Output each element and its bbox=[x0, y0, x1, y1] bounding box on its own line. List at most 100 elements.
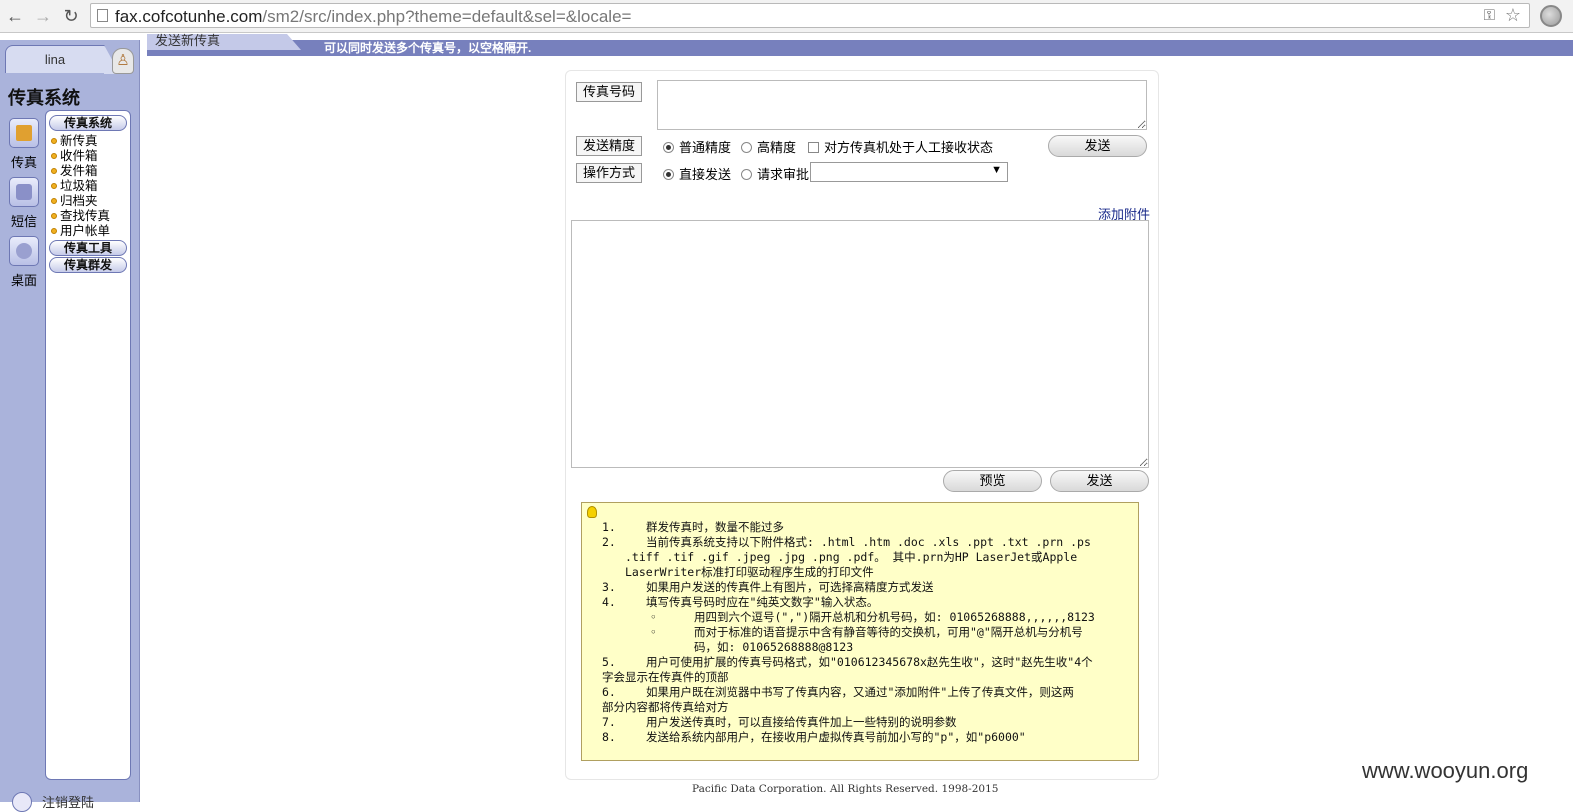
manual-receive-checkbox[interactable]: 对方传真机处于人工接收状态 bbox=[808, 137, 993, 156]
note-continuation: 部分内容都将传真给对方 bbox=[602, 700, 729, 714]
checkbox-icon bbox=[808, 142, 819, 153]
radio-label: 直接发送 bbox=[679, 167, 732, 182]
note-item: 6. 如果用户既在浏览器中书写了传真内容，又通过"添加附件"上传了传真文件，则这两 bbox=[602, 685, 1074, 700]
menu-item-label: 收件箱 bbox=[60, 149, 98, 163]
lightbulb-icon bbox=[587, 506, 597, 518]
note-item: 1. 群发传真时，数量不能过多 bbox=[602, 520, 784, 535]
fax-label[interactable]: 传真 bbox=[6, 152, 42, 171]
menu-item-search-fax[interactable]: 查找传真 bbox=[51, 209, 130, 224]
note-item: 3. 如果用户发送的传真件上有图片，可选择高精度方式发送 bbox=[602, 580, 934, 595]
fax-icon[interactable] bbox=[9, 118, 39, 148]
forward-icon[interactable]: → bbox=[32, 5, 54, 27]
banner-tab[interactable]: 发送新传真 bbox=[147, 34, 301, 50]
top-banner: 发送新传真 可以同时发送多个传真号，以空格隔开. bbox=[147, 34, 1573, 56]
help-notes: 1. 群发传真时，数量不能过多 2. 当前传真系统支持以下附件格式: .html .… bbox=[581, 502, 1139, 761]
note-text: 用户发送传真时，可以直接给传真件加上一些特别的说明参数 bbox=[646, 715, 957, 729]
radio-label: 普通精度 bbox=[679, 140, 732, 155]
checkbox-label: 对方传真机处于人工接收状态 bbox=[824, 140, 994, 155]
menu-item-user-bill[interactable]: 用户帐单 bbox=[51, 224, 130, 239]
bullet-icon bbox=[51, 138, 57, 144]
user-tab[interactable]: lina bbox=[5, 45, 120, 74]
note-bullet: ◦ bbox=[650, 610, 657, 624]
phone-icon[interactable] bbox=[9, 177, 39, 207]
precision-normal-radio[interactable]: 普通精度 bbox=[663, 137, 731, 156]
note-continuation: LaserWriter标准打印驱动程序生成的打印文件 bbox=[625, 565, 874, 579]
radio-label: 高精度 bbox=[757, 140, 797, 155]
logout-icon[interactable] bbox=[12, 792, 32, 812]
bullet-icon bbox=[51, 198, 57, 204]
url-path: /sm2/src/index.php?theme=default&sel=&lo… bbox=[262, 7, 632, 26]
menu-item-label: 归档夹 bbox=[60, 194, 98, 208]
operation-label: 操作方式 bbox=[576, 163, 643, 183]
fax-content-textarea[interactable] bbox=[571, 220, 1149, 468]
bullet-icon bbox=[51, 153, 57, 159]
radio-icon bbox=[741, 142, 752, 153]
note-text: 如果用户发送的传真件上有图片，可选择高精度方式发送 bbox=[646, 580, 934, 594]
request-approval-radio[interactable]: 请求审批 bbox=[741, 164, 809, 183]
note-item: 7. 用户发送传真时，可以直接给传真件加上一些特别的说明参数 bbox=[602, 715, 957, 730]
note-number: 1. bbox=[602, 520, 616, 534]
note-number: 3. bbox=[602, 580, 616, 594]
note-number: 5. bbox=[602, 655, 616, 669]
precision-label: 发送精度 bbox=[576, 136, 643, 156]
radio-selected-icon bbox=[663, 142, 674, 153]
note-item: 2. 当前传真系统支持以下附件格式: .html .htm .doc .xls .… bbox=[602, 535, 1091, 550]
menu-item-label: 新传真 bbox=[60, 134, 98, 148]
section-fax-tools[interactable]: 传真工具 bbox=[49, 240, 127, 256]
menu-item-inbox[interactable]: 收件箱 bbox=[51, 149, 130, 164]
note-continuation: 码，如: 01065268888@8123 bbox=[694, 640, 854, 654]
back-icon[interactable]: ← bbox=[4, 5, 26, 27]
radio-selected-icon bbox=[663, 169, 674, 180]
user-icon[interactable]: ♙ bbox=[112, 48, 134, 74]
sms-label[interactable]: 短信 bbox=[6, 211, 42, 230]
footer-copyright: Pacific Data Corporation. All Rights Res… bbox=[692, 783, 999, 795]
key-icon[interactable]: ⚿ bbox=[1484, 7, 1495, 24]
menu-item-new-fax[interactable]: 新传真 bbox=[51, 134, 130, 149]
address-bar[interactable]: fax.cofcotunhe.com/sm2/src/index.php?the… bbox=[90, 3, 1530, 28]
menu-item-outbox[interactable]: 发件箱 bbox=[51, 164, 130, 179]
bullet-icon bbox=[51, 183, 57, 189]
star-icon[interactable]: ☆ bbox=[1505, 5, 1521, 26]
dropdown-arrow-icon: ▼ bbox=[991, 164, 1002, 176]
fax-number-input[interactable] bbox=[657, 80, 1147, 130]
url-text: fax.cofcotunhe.com/sm2/src/index.php?the… bbox=[115, 7, 631, 27]
note-number: 4. bbox=[602, 595, 616, 609]
reload-icon[interactable]: ↻ bbox=[60, 5, 82, 27]
menu-item-label: 查找传真 bbox=[60, 209, 111, 223]
section-fax-system[interactable]: 传真系统 bbox=[49, 115, 127, 131]
note-number: 6. bbox=[602, 685, 616, 699]
note-item: 8. 发送给系统内部用户，在接收用户虚拟传真号前加小写的"p"，如"p6000" bbox=[602, 730, 1026, 745]
bullet-icon bbox=[51, 228, 57, 234]
url-domain: fax.cofcotunhe.com bbox=[115, 7, 263, 26]
approver-select[interactable]: ▼ bbox=[810, 162, 1008, 182]
note-number: 8. bbox=[602, 730, 616, 744]
note-subitem: ◦ 用四到六个逗号(",")隔开总机和分机号码，如: 01065268888,,,… bbox=[650, 610, 1095, 625]
system-title: 传真系统 bbox=[8, 88, 80, 108]
bullet-icon bbox=[51, 213, 57, 219]
note-text: 如果用户既在浏览器中书写了传真内容，又通过"添加附件"上传了传真文件，则这两 bbox=[646, 685, 1074, 699]
note-text: 用四到六个逗号(",")隔开总机和分机号码，如: 01065268888,,,,… bbox=[694, 610, 1095, 624]
watermark: www.wooyun.org bbox=[1362, 758, 1529, 783]
note-item: 4. 填写传真号码时应在"纯英文数字"输入状态。 bbox=[602, 595, 878, 610]
send-button-top[interactable]: 发送 bbox=[1048, 135, 1147, 157]
page-icon bbox=[97, 9, 108, 22]
tools-icon[interactable] bbox=[9, 236, 39, 266]
send-button-bottom[interactable]: 发送 bbox=[1050, 470, 1149, 492]
globe-icon[interactable] bbox=[1540, 5, 1562, 27]
menu-item-label: 用户帐单 bbox=[60, 224, 111, 238]
note-text: 群发传真时，数量不能过多 bbox=[646, 520, 784, 534]
precision-high-radio[interactable]: 高精度 bbox=[741, 137, 796, 156]
note-text: 而对于标准的语音提示中含有静音等待的交换机，可用"@"隔开总机与分机号 bbox=[694, 625, 1083, 639]
preview-button[interactable]: 预览 bbox=[943, 470, 1042, 492]
note-number: 7. bbox=[602, 715, 616, 729]
note-bullet: ◦ bbox=[650, 625, 657, 639]
menu-panel: 传真系统 新传真 收件箱 发件箱 垃圾箱 归档夹 查找传真 用户帐单 传真工具 … bbox=[45, 110, 131, 780]
radio-icon bbox=[741, 169, 752, 180]
menu-item-archive[interactable]: 归档夹 bbox=[51, 194, 130, 209]
section-fax-broadcast[interactable]: 传真群发 bbox=[49, 257, 127, 273]
direct-send-radio[interactable]: 直接发送 bbox=[663, 164, 731, 183]
note-subitem: ◦ 而对于标准的语音提示中含有静音等待的交换机，可用"@"隔开总机与分机号 bbox=[650, 625, 1083, 640]
menu-item-label: 垃圾箱 bbox=[60, 179, 98, 193]
desktop-label[interactable]: 桌面 bbox=[6, 270, 42, 289]
menu-item-trash[interactable]: 垃圾箱 bbox=[51, 179, 130, 194]
